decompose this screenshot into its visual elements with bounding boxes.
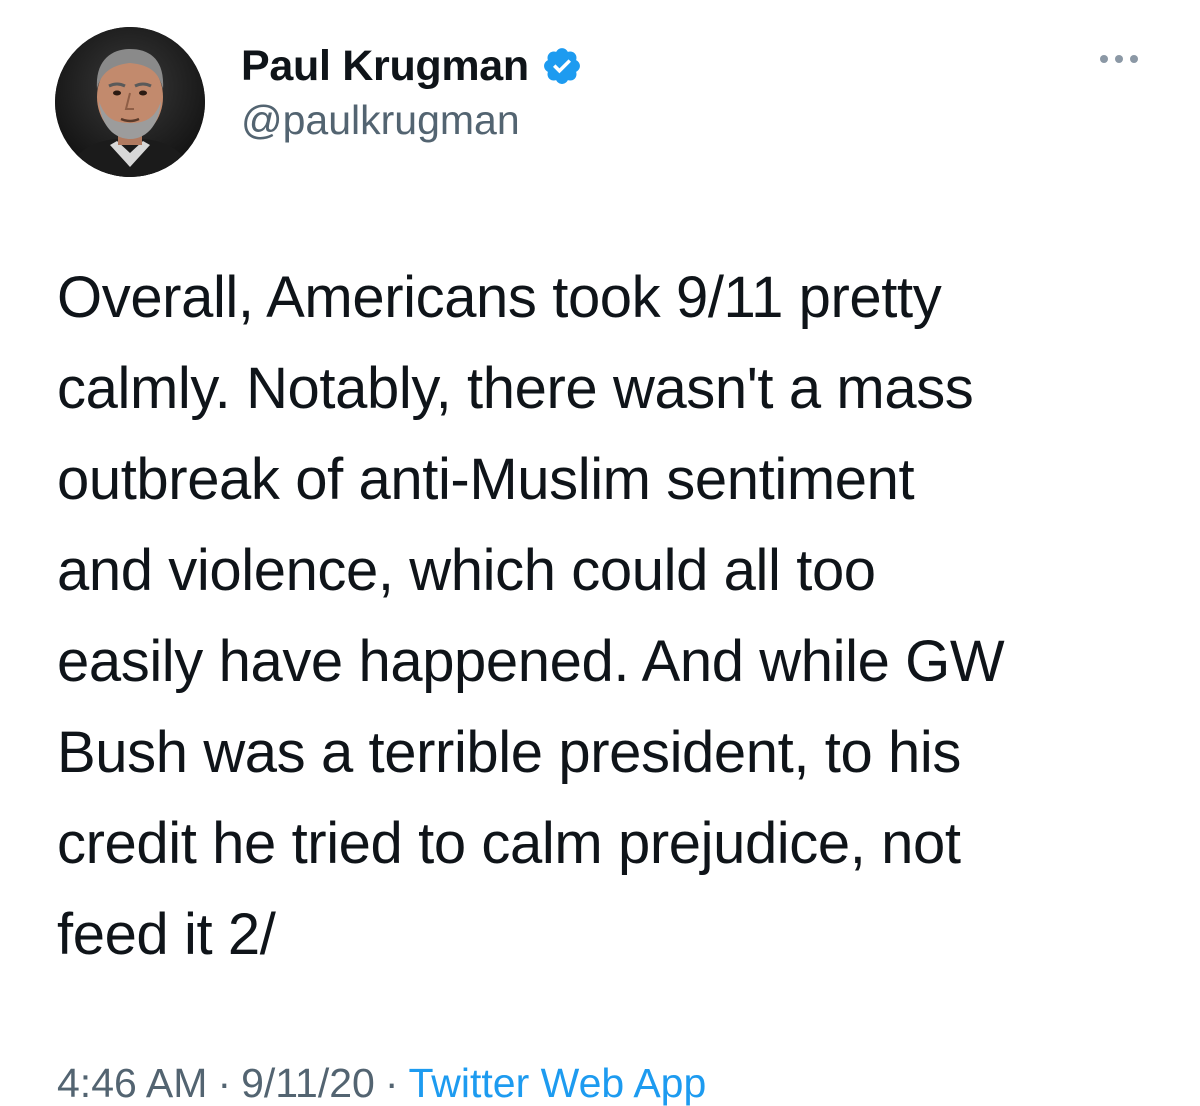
- tweet-source-link[interactable]: Twitter Web App: [409, 1060, 707, 1106]
- author-handle[interactable]: @paulkrugman: [241, 97, 520, 144]
- more-options-icon[interactable]: [1096, 44, 1142, 74]
- avatar[interactable]: [55, 27, 205, 177]
- tweet: Paul Krugman @paulkrugman Overall, Ameri…: [0, 0, 1200, 1106]
- tweet-text: Overall, Americans took 9/11 pretty calm…: [57, 265, 1005, 967]
- author-name-row[interactable]: Paul Krugman: [241, 38, 583, 94]
- meta-separator: ·: [384, 1060, 399, 1106]
- tweet-date[interactable]: 9/11/20: [241, 1060, 375, 1106]
- meta-separator: ·: [217, 1060, 232, 1106]
- tweet-metadata: 4:46 AM · 9/11/20 · Twitter Web App: [57, 1060, 706, 1106]
- display-name[interactable]: Paul Krugman: [241, 42, 529, 91]
- profile-photo-icon: [55, 27, 205, 177]
- tweet-time[interactable]: 4:46 AM: [57, 1060, 207, 1106]
- verified-badge-icon: [541, 45, 583, 87]
